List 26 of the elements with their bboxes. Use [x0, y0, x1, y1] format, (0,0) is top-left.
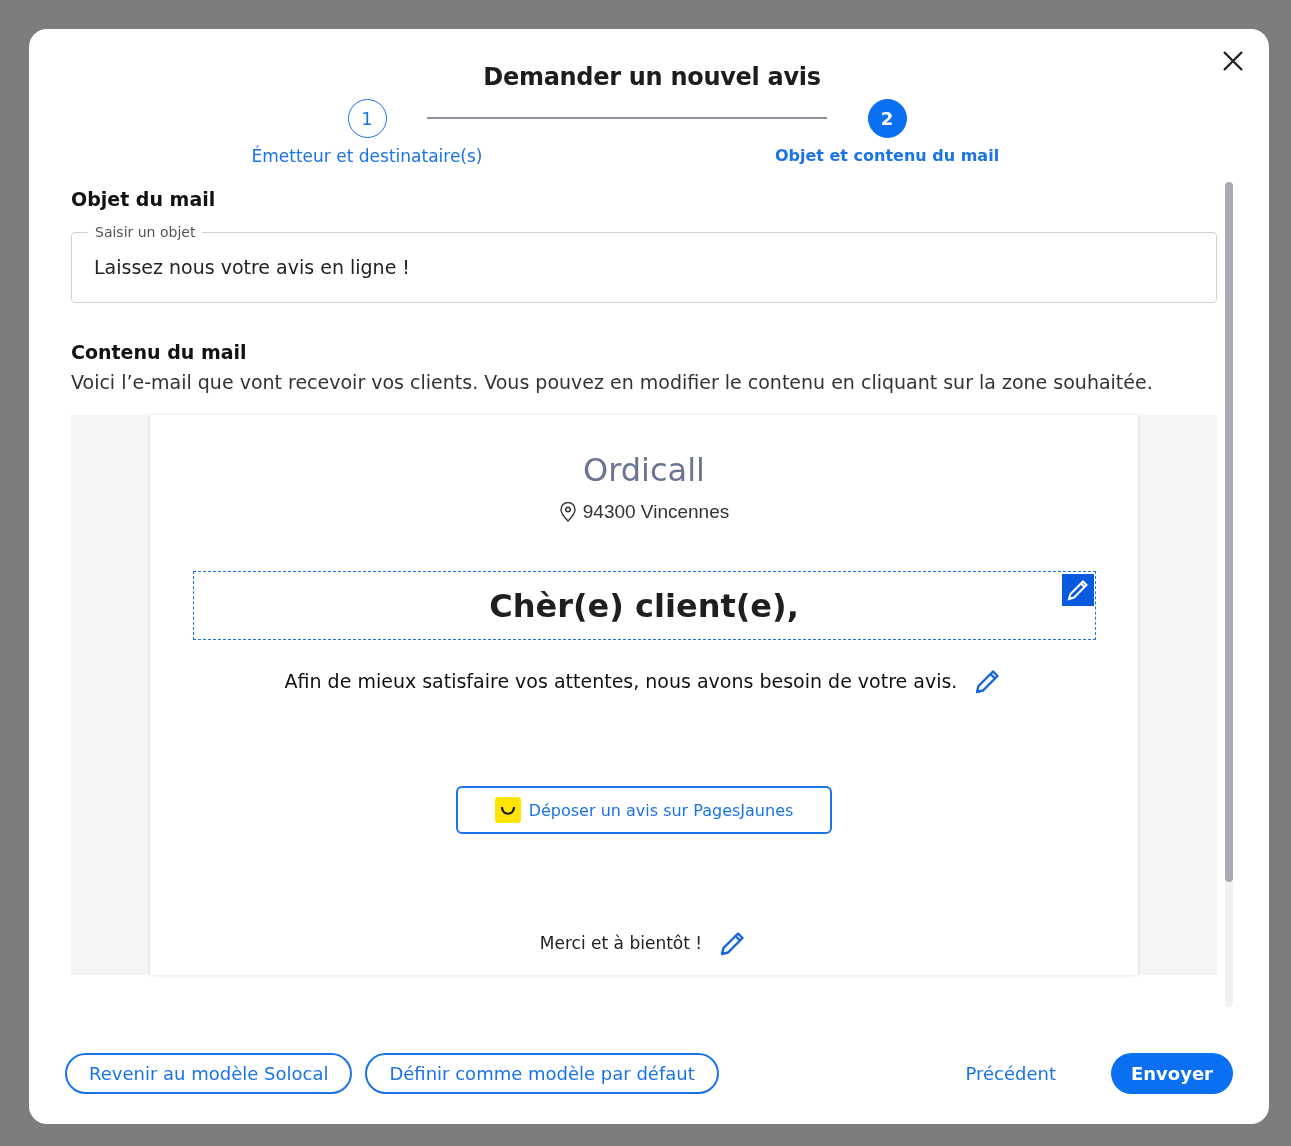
scrollbar[interactable]: [1225, 182, 1233, 1007]
close-icon[interactable]: [1221, 49, 1245, 73]
step-label[interactable]: Objet et contenu du mail: [774, 146, 1000, 165]
outline-button[interactable]: Revenir au modèle Solocal: [65, 1053, 353, 1094]
greeting-block[interactable]: Chèr(e) client(e),: [192, 571, 1096, 640]
section-heading: Contenu du mail: [71, 341, 248, 363]
company-name: Ordicall: [583, 451, 705, 489]
dialog-title: Demander un nouvel avis: [482, 63, 822, 91]
step-number[interactable]: 2: [867, 99, 907, 138]
send-button[interactable]: Envoyer: [1110, 1053, 1233, 1094]
field-label: Saisir un objet: [94, 224, 197, 240]
section-description: Voici l’e-mail que vont recevoir vos clients. Vous pouvez en modifier le contenu en cliquant sur la zone souhaitée.: [71, 370, 1154, 395]
outline-button[interactable]: Définir comme modèle par défaut: [365, 1053, 719, 1094]
section-heading: Objet du mail: [71, 188, 217, 210]
company-address: 94300 Vincennes: [582, 501, 730, 523]
email-text: Afin de mieux satisfaire vos attentes, nous avons besoin de votre avis.: [284, 670, 958, 692]
subject-field[interactable]: Saisir un objet Laissez nous votre avis en ligne !: [71, 224, 1217, 303]
field-value: Laissez nous votre avis en ligne !: [94, 256, 410, 278]
edit-icon[interactable]: [1061, 574, 1094, 606]
location-pin-icon: [558, 502, 577, 522]
previous-button[interactable]: Précédent: [959, 1062, 1062, 1085]
step-label[interactable]: Émetteur et destinataire(s): [251, 146, 483, 166]
smiley-icon: [494, 797, 521, 823]
review-button[interactable]: Déposer un avis sur PagesJaunes: [456, 786, 832, 834]
greeting-text: Chèr(e) client(e),: [489, 586, 799, 625]
email-text: Merci et à bientôt !: [539, 933, 703, 953]
